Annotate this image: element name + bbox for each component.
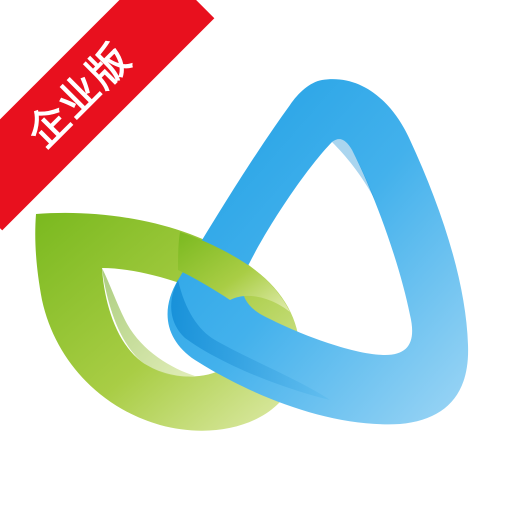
app-icon: 企业版 (0, 0, 512, 512)
